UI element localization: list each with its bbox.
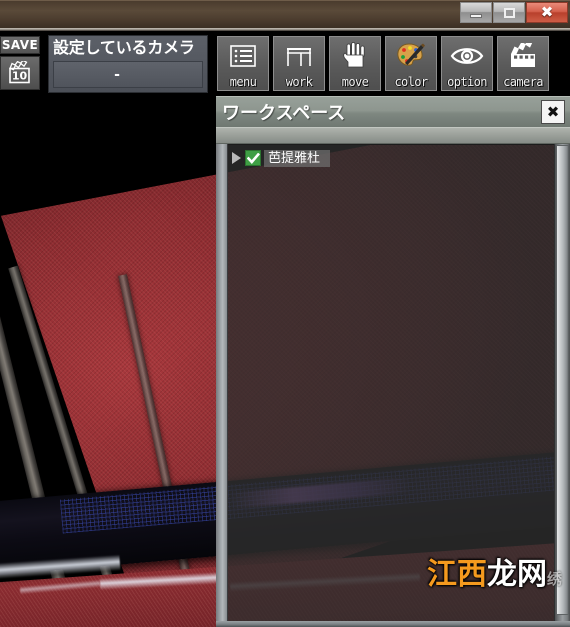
workspace-bottom-edge xyxy=(216,621,570,627)
checkmark-icon[interactable] xyxy=(245,150,261,166)
clapperboard-10-icon-button[interactable]: 10 xyxy=(0,56,40,90)
workspace-title: ワークスペース xyxy=(222,103,346,124)
workspace-toolstrip[interactable] xyxy=(216,127,570,144)
menu-button[interactable]: menu xyxy=(217,36,269,91)
titlebar-divider xyxy=(0,28,570,31)
close-icon: ✖ xyxy=(540,3,554,21)
save-column: SAVE 10 xyxy=(0,36,42,90)
workspace-left-gutter xyxy=(216,144,228,627)
triangle-right-icon[interactable] xyxy=(232,152,241,164)
window-titlebar: ✖ xyxy=(0,0,570,28)
close-icon: ✖ xyxy=(546,102,560,121)
save-button[interactable]: SAVE xyxy=(0,36,40,54)
eye-icon xyxy=(450,40,484,72)
minimize-icon xyxy=(470,13,482,18)
close-button[interactable]: ✖ xyxy=(526,2,568,23)
tree-item-label: 芭提雅杜 xyxy=(264,149,331,167)
palette-icon xyxy=(395,40,427,72)
option-button-label: option xyxy=(447,75,487,89)
table-icon xyxy=(284,40,314,72)
camera-button[interactable]: camera xyxy=(497,36,549,91)
camera-select-dropdown[interactable]: - xyxy=(53,61,203,88)
maximize-icon xyxy=(503,7,515,18)
workspace-panel: ワークスペース ✖ 芭提雅杜 xyxy=(216,96,570,627)
color-button-label: color xyxy=(394,75,428,89)
tree-item[interactable]: 芭提雅杜 xyxy=(232,149,331,167)
menu-button-label: menu xyxy=(229,75,257,89)
camera-button-label: camera xyxy=(503,75,543,89)
work-button[interactable]: work xyxy=(273,36,325,91)
move-button-label: move xyxy=(341,75,369,89)
camera-select-value: - xyxy=(114,66,120,83)
main-toolbar: SAVE 10 設定しているカメラ - menu work move color… xyxy=(0,31,570,96)
window-controls: ✖ xyxy=(459,2,568,24)
camera-panel-label: 設定しているカメラ xyxy=(53,38,195,57)
option-button[interactable]: option xyxy=(441,36,493,91)
workspace-body: 芭提雅杜 xyxy=(216,144,570,627)
work-button-label: work xyxy=(285,75,313,89)
camera-settings-panel[interactable]: 設定しているカメラ - xyxy=(48,35,208,93)
workspace-close-button[interactable]: ✖ xyxy=(541,100,565,124)
toolbar-button-group: menu work move color option camera xyxy=(217,36,549,91)
color-button[interactable]: color xyxy=(385,36,437,91)
workspace-titlebar[interactable]: ワークスペース ✖ xyxy=(216,96,570,127)
clapperboard-10-icon: 10 xyxy=(9,61,30,84)
svg-text:10: 10 xyxy=(12,70,28,83)
workspace-tree[interactable]: 芭提雅杜 xyxy=(228,144,554,627)
list-icon xyxy=(228,40,258,72)
move-button[interactable]: move xyxy=(329,36,381,91)
maximize-button[interactable] xyxy=(493,2,525,23)
clapperboard-icon xyxy=(507,40,539,72)
minimize-button[interactable] xyxy=(460,2,492,23)
workspace-vertical-scrollbar[interactable] xyxy=(554,144,570,627)
hand-icon xyxy=(340,40,370,72)
application-window: ✖ SAVE 10 設定しているカメラ - menu work move col… xyxy=(0,0,570,627)
scrollbar-thumb[interactable] xyxy=(556,145,569,615)
